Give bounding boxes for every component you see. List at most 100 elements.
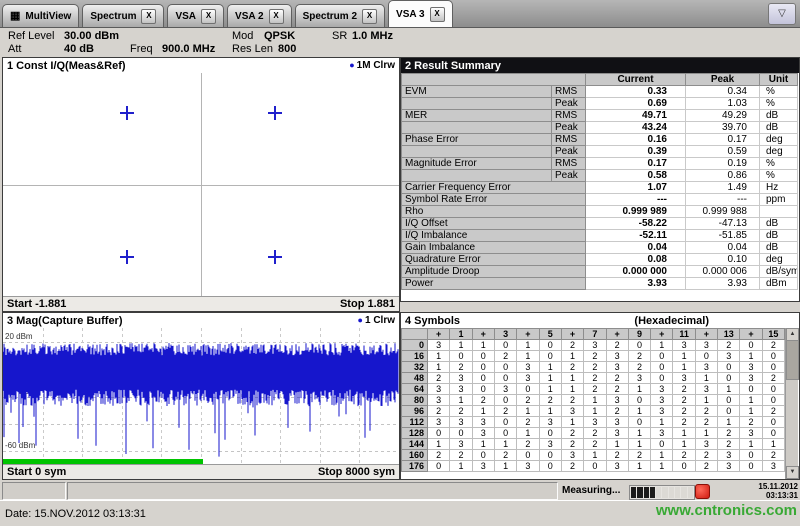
start-label: Start -1.881	[7, 298, 67, 310]
column-header: Unit	[759, 73, 798, 86]
result-current: 0.16	[585, 133, 686, 146]
symbol-cell: 0	[739, 383, 763, 395]
symbol-cell: 2	[694, 449, 719, 461]
tab-spectrum[interactable]: Spectrum X	[82, 4, 165, 27]
close-icon[interactable]: X	[429, 6, 445, 22]
symbol-cell: 1	[560, 416, 585, 428]
symbol-cell: 3	[471, 460, 495, 472]
result-unit: deg	[759, 253, 798, 266]
symbols-panel-header[interactable]: 4 Symbols (Hexadecimal)	[401, 313, 799, 329]
result-row: I/Q Imbalance -52.11 -51.85 dB	[401, 229, 798, 242]
result-unit: deg	[759, 145, 798, 158]
symbols-row: 48 2 3 0 0 3 1 1 2 2 3 0 3 1 0 3 2	[401, 372, 786, 384]
symbol-cell: 3	[538, 438, 562, 450]
symbol-cell: 1	[739, 394, 763, 406]
trace-label: 1M Clrw	[356, 60, 395, 71]
result-current: ---	[585, 193, 686, 206]
result-unit: %	[759, 169, 798, 182]
panel-title: 1 Const I/Q(Meas&Ref)	[7, 59, 126, 72]
symbol-cell: 3	[694, 361, 719, 373]
column-header: Current	[585, 73, 686, 86]
close-icon[interactable]: X	[268, 8, 284, 24]
symbol-cell: 1	[516, 350, 540, 362]
mag-panel-header[interactable]: 3 Mag(Capture Buffer) 1 Clrw	[3, 313, 399, 329]
tab-dropdown-button[interactable]: ▽	[768, 3, 796, 25]
result-peak: 0.999 988	[685, 205, 760, 218]
close-icon[interactable]: X	[141, 8, 157, 24]
result-current: -58.22	[585, 217, 686, 230]
result-unit: %	[759, 97, 798, 110]
symbols-corner-cell	[401, 328, 428, 340]
symbol-cell: 3	[627, 372, 652, 384]
scrollbar-thumb[interactable]	[786, 340, 799, 380]
symbols-row-address: 0	[401, 339, 428, 351]
symbol-cell: 3	[694, 339, 719, 351]
symbol-cell: 1	[650, 416, 674, 428]
progress-segment	[675, 487, 681, 498]
symbol-cell: 1	[627, 438, 652, 450]
symbol-cell: 2	[449, 405, 473, 417]
result-row: Peak 43.24 39.70 dB	[401, 121, 798, 134]
mag-axis-strip: Start 0 sym Stop 8000 sym	[3, 464, 399, 479]
symbols-col-header: +	[426, 328, 451, 340]
result-panel-header[interactable]: 2 Result Summary	[401, 58, 799, 73]
result-label: Magnitude Error	[401, 157, 552, 170]
symbols-row: 80 3 1 2 0 2 2 2 1 3 0 3 2 1 0 1 0	[401, 394, 786, 406]
multiview-grid-icon: ▦	[10, 9, 21, 22]
tab-spectrum-2[interactable]: Spectrum 2 X	[294, 4, 386, 27]
result-sublabel: RMS	[551, 133, 586, 146]
panel-title: 3 Mag(Capture Buffer)	[7, 314, 123, 327]
sr-label: SR	[332, 30, 348, 42]
symbol-cell: 0	[739, 449, 763, 461]
symbols-scrollbar[interactable]	[785, 328, 799, 479]
symbol-cell: 0	[538, 449, 562, 461]
symbol-cell: 2	[516, 394, 540, 406]
column-header: Peak	[685, 73, 760, 86]
symbol-cell: 0	[516, 449, 540, 461]
symbol-cell: 2	[493, 449, 518, 461]
clock-display: 15.11.2012 03:13:31	[712, 482, 798, 500]
tab-multiview[interactable]: ▦ MultiView	[2, 4, 80, 27]
symbol-cell: 2	[761, 449, 786, 461]
tab-vsa[interactable]: VSA X	[167, 4, 225, 27]
result-row: Quadrature Error 0.08 0.10 deg	[401, 253, 798, 266]
freq-value: 900.0 MHz	[162, 43, 216, 55]
measuring-status: Measuring...	[562, 485, 621, 496]
const-panel-header[interactable]: 1 Const I/Q(Meas&Ref) 1M Clrw	[3, 58, 399, 74]
close-icon[interactable]: X	[201, 8, 217, 24]
result-label: MER	[401, 109, 552, 122]
symbol-cell: 1	[739, 438, 763, 450]
symbol-cell: 0	[739, 339, 763, 351]
symbol-cell: 2	[627, 361, 652, 373]
symbol-cell: 1	[538, 383, 562, 395]
trace-label: 1 Clrw	[364, 315, 395, 326]
result-current: 0.999 989	[585, 205, 686, 218]
close-icon[interactable]: X	[362, 8, 378, 24]
scroll-down-icon[interactable]	[786, 466, 799, 479]
symbols-col-header: 13	[717, 328, 741, 340]
result-sublabel: Peak	[551, 97, 586, 110]
tab-vsa-3[interactable]: VSA 3 X	[388, 0, 453, 27]
result-header-row: Current Peak Unit	[401, 73, 798, 86]
symbol-cell: 1	[627, 383, 652, 395]
symbol-cell: 3	[605, 361, 629, 373]
result-unit: deg	[759, 133, 798, 146]
start-label: Start 0 sym	[7, 466, 67, 478]
symbol-cell: 1	[538, 361, 562, 373]
progress-segment	[631, 487, 637, 498]
symbol-cell: 2	[471, 394, 495, 406]
symbol-cell: 2	[672, 405, 696, 417]
result-unit: dB/sym	[759, 265, 798, 278]
result-unit: ppm	[759, 193, 798, 206]
sr-value: 1.0 MHz	[352, 30, 393, 42]
result-current: 0.08	[585, 253, 686, 266]
symbol-cell: 1	[471, 438, 495, 450]
symbol-cell: 3	[739, 361, 763, 373]
symbol-cell: 2	[493, 405, 518, 417]
tab-vsa-2[interactable]: VSA 2 X	[227, 4, 292, 27]
symbol-cell: 2	[605, 383, 629, 395]
symbol-cell: 3	[426, 339, 451, 351]
symbol-cell: 0	[471, 361, 495, 373]
symbol-cell: 1	[560, 372, 585, 384]
symbol-cell: 2	[627, 449, 652, 461]
